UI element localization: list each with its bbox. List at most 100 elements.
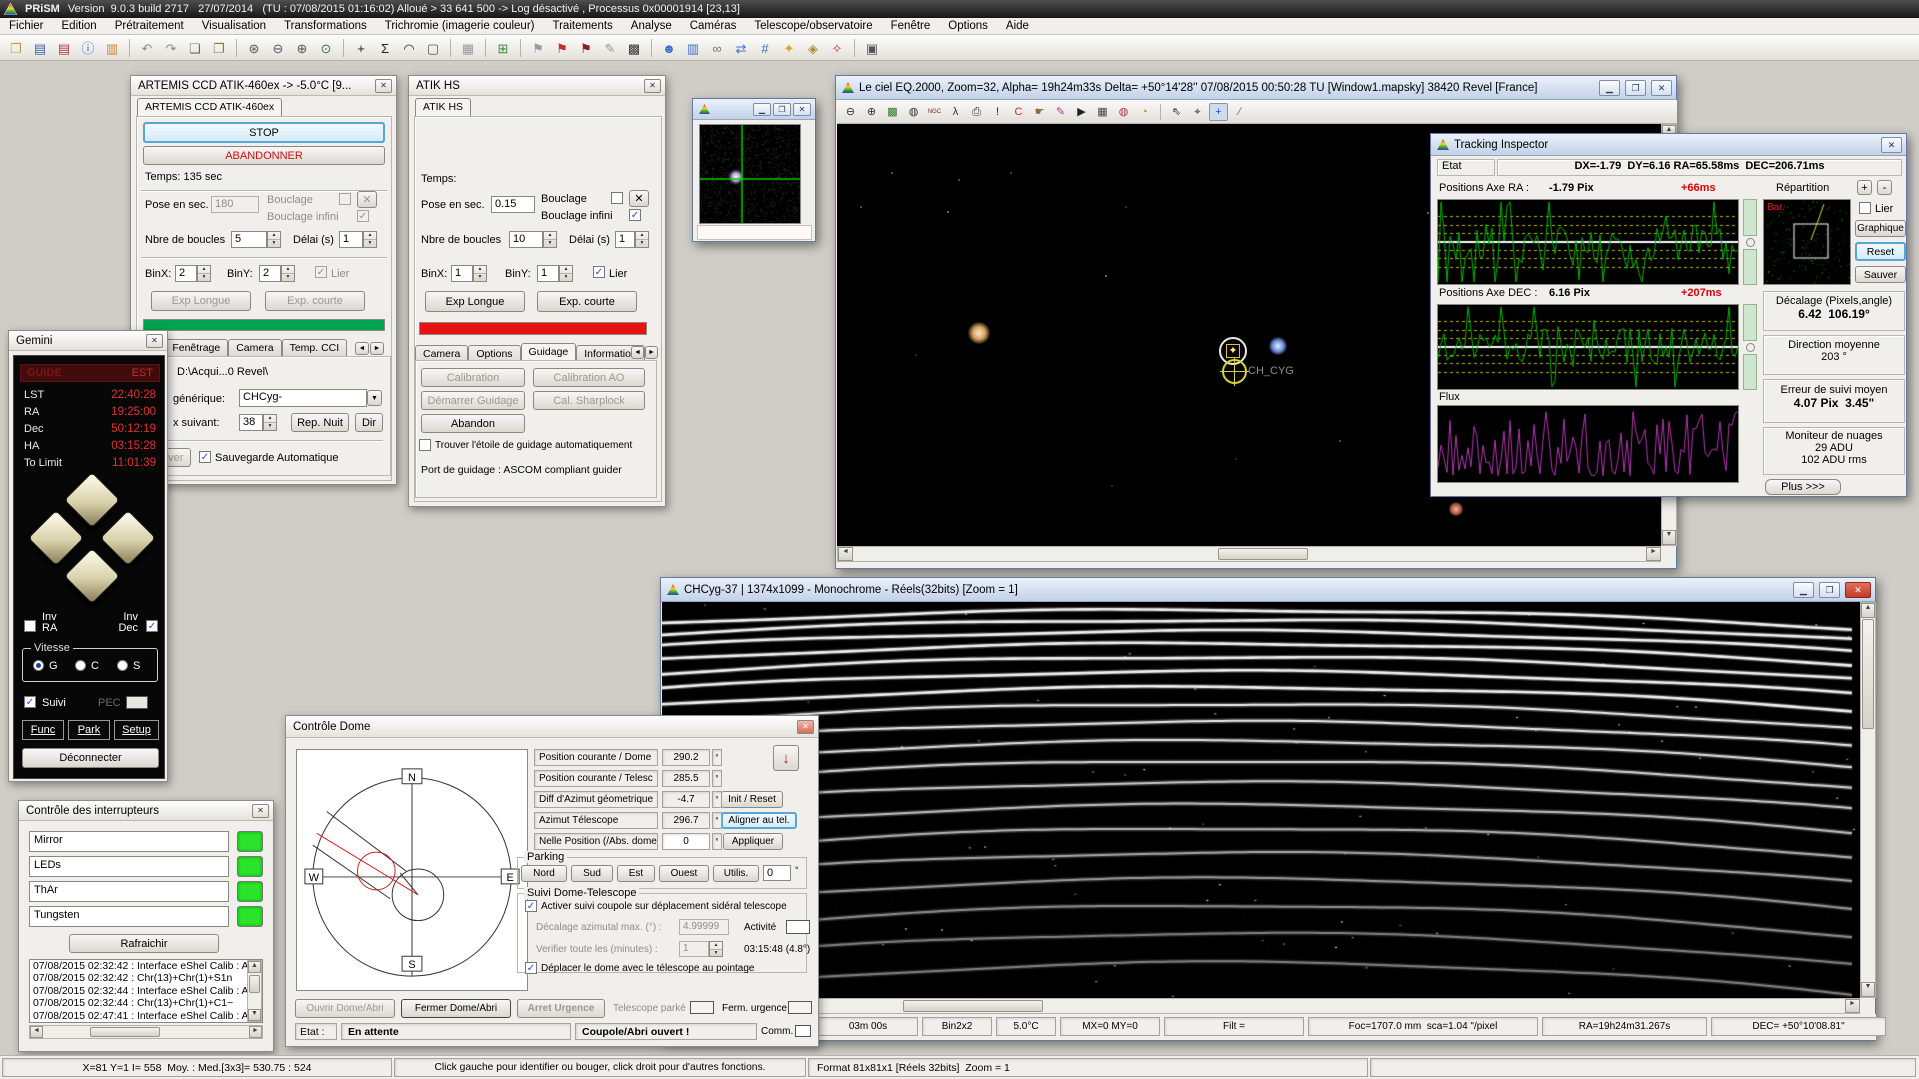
globe-icon[interactable]: ◍ — [1114, 103, 1133, 121]
gemini-tracking-checkbox[interactable] — [24, 696, 36, 708]
dome-follow-checkbox[interactable] — [525, 900, 537, 912]
table-icon[interactable]: ▦ — [1093, 103, 1112, 121]
atik-biny-field[interactable]: 1 — [537, 265, 559, 282]
switches-log-list[interactable]: 07/08/2015 02:32:42 : Interface eShel Ca… — [29, 959, 263, 1023]
thumb-restore-button[interactable]: ❐ — [773, 103, 791, 116]
atik-title-bar[interactable]: ATIK HS ✕ — [409, 76, 665, 96]
artemis-loops-spinner[interactable]: ▲▼ — [267, 231, 281, 248]
dome-align-button[interactable]: Aligner au tel. — [721, 812, 797, 829]
azimut-offset-field[interactable]: 4.99999 — [679, 919, 729, 935]
link-icon[interactable]: ∞ — [706, 38, 728, 58]
tracking-save-button[interactable]: Sauver — [1855, 266, 1906, 283]
guide-star-thumbnail-image[interactable] — [699, 124, 801, 224]
tracking-graph-button[interactable]: Graphique — [1855, 220, 1906, 237]
atik-loops-spinner[interactable]: ▲▼ — [543, 231, 557, 248]
switch-name-field[interactable]: Tungsten — [29, 906, 229, 927]
generic-name-dropdown-arrow[interactable]: ▼ — [367, 390, 382, 406]
gemini-speed-center-radio[interactable] — [75, 660, 86, 671]
atik-loops-field[interactable]: 10 — [509, 231, 543, 248]
atik-tabs-scroll-right[interactable]: ► — [645, 346, 658, 359]
save-icon[interactable]: ▤ — [29, 38, 51, 58]
chcyg-vscroll-thumb[interactable] — [1862, 619, 1874, 729]
star-blue[interactable] — [1269, 337, 1287, 355]
dome-init-reset-button[interactable]: Init / Reset — [721, 791, 783, 808]
scroll-down-arrow[interactable]: ▼ — [248, 1009, 261, 1021]
menu-cam-ras[interactable]: Caméras — [681, 19, 746, 33]
atik-loop-cancel-button[interactable]: ✕ — [629, 190, 649, 207]
log-vscroll-thumb[interactable] — [249, 975, 260, 993]
screen-capture-icon[interactable]: ▥ — [101, 38, 123, 58]
gemini-slew-north-button[interactable] — [64, 472, 121, 529]
menu-aide[interactable]: Aide — [997, 19, 1038, 33]
thumb-title-bar[interactable]: ▁ ❐ ✕ — [693, 99, 815, 120]
artemis-title-bar[interactable]: ARTEMIS CCD ATIK-460ex -> -5.0°C [9... ✕ — [131, 76, 396, 96]
dome-park-ouest-button[interactable]: Ouest — [659, 865, 709, 882]
star-name-icon[interactable]: λ — [946, 103, 965, 121]
atik-delay-field[interactable]: 1 — [615, 231, 635, 248]
flag-gray-icon[interactable]: ⚑ — [527, 38, 549, 58]
chart-icon[interactable]: ▥ — [682, 38, 704, 58]
menu-pr-traitement[interactable]: Prétraitement — [106, 19, 193, 33]
gemini-func-button[interactable]: Func — [22, 720, 64, 740]
tracking-state-combo[interactable]: Etat — [1437, 159, 1495, 176]
artemis-infinite-loop-checkbox[interactable] — [357, 210, 369, 222]
atik-delay-spinner[interactable]: ▲▼ — [635, 231, 649, 248]
menu-edition[interactable]: Edition — [53, 19, 106, 33]
echelle-spectrum-image[interactable] — [662, 602, 1860, 998]
artemis-binx-field[interactable]: 2 — [175, 265, 197, 282]
blink-icon[interactable]: ▩ — [883, 103, 902, 121]
chcyg-minimize-button[interactable]: ▁ — [1793, 582, 1814, 598]
thumb-minimize-button[interactable]: ▁ — [753, 103, 771, 116]
image-icon[interactable]: ▦ — [457, 38, 479, 58]
dome-park-sud-button[interactable]: Sud — [571, 865, 613, 882]
artemis-delay-field[interactable]: 1 — [339, 231, 363, 248]
dome-close-shutter-button[interactable]: Fermer Dome/Abri — [401, 999, 511, 1018]
scroll-up-arrow[interactable]: ▲ — [1861, 603, 1875, 618]
switches-refresh-button[interactable]: Rafraichir — [69, 934, 219, 953]
flag-red-icon[interactable]: ⚑ — [551, 38, 573, 58]
artemis-biny-field[interactable]: 2 — [259, 265, 281, 282]
grid-icon[interactable]: # — [754, 38, 776, 58]
gemini-inv-dec-checkbox[interactable] — [146, 620, 158, 632]
menu-transformations[interactable]: Transformations — [275, 19, 376, 33]
artemis-delay-spinner[interactable]: ▲▼ — [363, 231, 377, 248]
sky-maximize-button[interactable]: ❐ — [1625, 80, 1646, 96]
gemini-speed-guide-radio[interactable] — [33, 660, 44, 671]
atik-exposure-field[interactable]: 0.15 — [491, 196, 535, 213]
sky-hscroll-thumb[interactable] — [1218, 548, 1308, 560]
star-red[interactable] — [1449, 502, 1463, 516]
star-icon[interactable]: ✦ — [778, 38, 800, 58]
switch-indicator-button[interactable] — [237, 856, 263, 877]
center-cross-icon[interactable]: + — [1209, 103, 1228, 121]
switch-indicator-button[interactable] — [237, 906, 263, 927]
artemis-loops-field[interactable]: 5 — [231, 231, 267, 248]
artemis-loop-checkbox[interactable] — [339, 193, 351, 205]
gemini-inv-ra-checkbox[interactable] — [24, 620, 36, 632]
artemis-main-tab[interactable]: ARTEMIS CCD ATIK-460ex — [137, 98, 282, 117]
dome-row-value[interactable]: 0 — [662, 833, 710, 850]
selection-icon[interactable]: ▢ — [422, 38, 444, 58]
artemis-night-report-button[interactable]: Rep. Nuit — [291, 413, 349, 432]
atik-binx-field[interactable]: 1 — [451, 265, 473, 282]
dome-title-bar[interactable]: Contrôle Dome ✕ — [286, 716, 818, 738]
switch-name-field[interactable]: ThAr — [29, 881, 229, 902]
dome-parking-angle-field[interactable]: 0 — [763, 865, 791, 881]
brush-icon[interactable]: ✎ — [599, 38, 621, 58]
sky-close-button[interactable]: ✕ — [1651, 80, 1672, 96]
play-icon[interactable]: ▶ — [1072, 103, 1091, 121]
artemis-long-exposure-button[interactable]: Exp Longue — [151, 291, 251, 311]
menu-analyse[interactable]: Analyse — [622, 19, 681, 33]
switch-indicator-button[interactable] — [237, 881, 263, 902]
profile-icon[interactable]: ◠ — [398, 38, 420, 58]
star-orange[interactable] — [968, 322, 990, 344]
gemini-slew-south-button[interactable] — [64, 548, 121, 605]
atik-find-star-checkbox[interactable] — [419, 439, 431, 451]
switches-close-button[interactable]: ✕ — [252, 804, 269, 818]
verify-minutes-spinner[interactable]: ▲▼ — [709, 941, 723, 957]
artemis-biny-spinner[interactable]: ▲▼ — [281, 265, 295, 282]
chcyg-title-bar[interactable]: CHCyg-37 | 1374x1099 - Monochrome - Réel… — [661, 578, 1875, 602]
info-icon[interactable]: ⓘ — [77, 38, 99, 58]
scroll-left-arrow[interactable]: ◄ — [838, 547, 853, 561]
gemini-close-button[interactable]: ✕ — [146, 334, 163, 348]
camera-icon[interactable]: ▣ — [861, 38, 883, 58]
